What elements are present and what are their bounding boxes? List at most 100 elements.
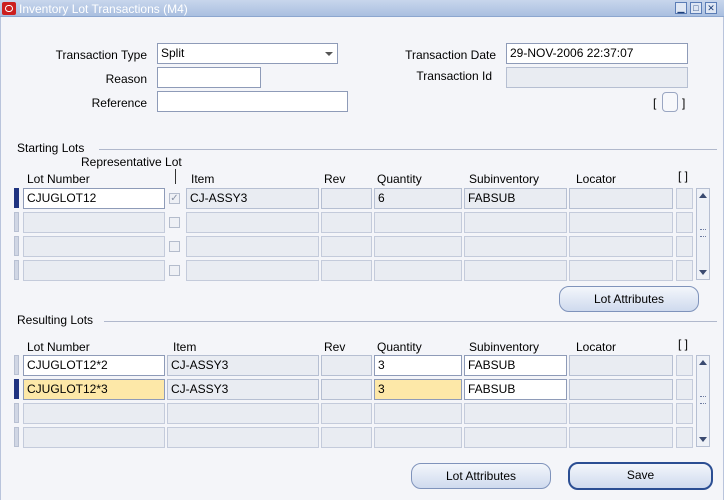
col-item: Item — [191, 172, 215, 186]
col-quantity: Quantity — [377, 340, 422, 354]
transaction-date-input[interactable]: 29-NOV-2006 22:37:07 — [506, 43, 688, 64]
resulting-item-field: CJ-ASSY3 — [167, 379, 319, 400]
maximize-icon[interactable]: □ — [690, 2, 702, 14]
starting-flex-field[interactable] — [676, 212, 693, 233]
scroll-down-icon[interactable] — [699, 437, 707, 442]
resulting-lot-attributes-button[interactable]: Lot Attributes — [411, 463, 551, 489]
resulting-lots-scrollbar[interactable] — [696, 355, 710, 447]
col-locator: Locator — [576, 340, 617, 354]
resulting-quantity-input[interactable]: 3 — [374, 355, 462, 376]
flex-bracket-open: [ — [653, 96, 657, 110]
resulting-quantity-input[interactable] — [374, 427, 462, 448]
reason-label: Reason — [105, 72, 147, 86]
descriptive-flexfield-box[interactable] — [662, 92, 678, 112]
row-marker[interactable] — [14, 188, 19, 208]
transaction-type-select[interactable]: Split — [157, 43, 338, 64]
starting-rev-field — [321, 188, 372, 209]
starting-item-field — [186, 236, 319, 257]
transaction-type-value: Split — [161, 46, 185, 60]
resulting-item-field — [167, 403, 319, 424]
resulting-item-field — [167, 427, 319, 448]
scroll-up-icon[interactable] — [699, 360, 707, 365]
starting-quantity-field — [374, 260, 462, 281]
resulting-locator-field[interactable] — [569, 355, 673, 376]
col-quantity: Quantity — [377, 172, 422, 186]
starting-flex-field[interactable] — [676, 188, 693, 209]
col-rev: Rev — [324, 172, 346, 186]
row-marker[interactable] — [14, 212, 19, 232]
representative-lot-checkbox[interactable] — [169, 217, 180, 228]
starting-lot-number-input[interactable] — [23, 236, 165, 257]
scroll-grip-icon[interactable] — [700, 396, 706, 404]
row-marker[interactable] — [14, 355, 19, 375]
col-representative-lot: Representative Lot — [81, 155, 182, 169]
transaction-date-label: Transaction Date — [405, 48, 496, 62]
scroll-grip-icon[interactable] — [700, 229, 706, 237]
close-icon[interactable]: ✕ — [705, 2, 717, 14]
representative-lot-checkbox[interactable] — [169, 265, 180, 276]
resulting-subinventory-input[interactable]: FABSUB — [464, 379, 567, 400]
col-subinventory: Subinventory — [469, 340, 540, 354]
col-subinventory: Subinventory — [469, 172, 540, 186]
resulting-locator-field[interactable] — [569, 379, 673, 400]
resulting-rev-field — [321, 379, 372, 400]
starting-subinventory-field: FABSUB — [464, 188, 567, 209]
starting-locator-field — [569, 212, 673, 233]
col-locator: Locator — [576, 172, 617, 186]
minimize-icon[interactable]: ▁ — [675, 2, 687, 14]
representative-lot-checkbox[interactable] — [169, 241, 180, 252]
starting-lot-number-input[interactable] — [23, 212, 165, 233]
starting-lots-title: Starting Lots — [17, 141, 85, 155]
resulting-flex-field[interactable] — [676, 379, 693, 400]
row-marker[interactable] — [14, 403, 19, 423]
chevron-down-icon[interactable] — [325, 52, 333, 56]
row-marker[interactable] — [14, 260, 19, 280]
resulting-quantity-input[interactable]: 3 — [374, 379, 462, 400]
col-flex: [ ] — [678, 169, 689, 183]
representative-lot-checkbox[interactable]: ✓ — [169, 193, 180, 204]
resulting-lot-number-input[interactable] — [23, 403, 165, 424]
col-lot-number: Lot Number — [27, 172, 90, 186]
starting-lot-attributes-button[interactable]: Lot Attributes — [559, 286, 699, 312]
resulting-lot-number-input[interactable] — [23, 427, 165, 448]
starting-subinventory-field — [464, 236, 567, 257]
starting-quantity-field — [374, 236, 462, 257]
scroll-down-icon[interactable] — [699, 270, 707, 275]
starting-lots-separator — [99, 149, 717, 150]
reference-label: Reference — [91, 96, 147, 110]
starting-subinventory-field — [464, 212, 567, 233]
reason-input[interactable] — [157, 67, 261, 88]
starting-flex-field[interactable] — [676, 236, 693, 257]
row-marker[interactable] — [14, 236, 19, 256]
row-marker[interactable] — [14, 379, 19, 399]
resulting-flex-field[interactable] — [676, 427, 693, 448]
starting-rev-field — [321, 260, 372, 281]
transaction-id-label: Transaction Id — [416, 69, 492, 83]
scroll-up-icon[interactable] — [699, 193, 707, 198]
resulting-flex-field[interactable] — [676, 403, 693, 424]
row-marker[interactable] — [14, 427, 19, 447]
resulting-lot-number-input[interactable]: CJUGLOT12*2 — [23, 355, 165, 376]
starting-flex-field[interactable] — [676, 260, 693, 281]
representative-lot-divider — [175, 169, 176, 184]
starting-subinventory-field — [464, 260, 567, 281]
window-titlebar[interactable]: Inventory Lot Transactions (M4) ▁ □ ✕ — [0, 0, 724, 17]
resulting-subinventory-input[interactable]: FABSUB — [464, 355, 567, 376]
resulting-locator-field[interactable] — [569, 427, 673, 448]
resulting-quantity-input[interactable] — [374, 403, 462, 424]
flex-bracket-close: ] — [682, 96, 686, 110]
starting-lot-number-input[interactable]: CJUGLOT12 — [23, 188, 165, 209]
starting-quantity-field: 6 — [374, 188, 462, 209]
col-rev: Rev — [324, 340, 346, 354]
resulting-flex-field[interactable] — [676, 355, 693, 376]
resulting-subinventory-input[interactable] — [464, 403, 567, 424]
form-client-area: Transaction Type Split Reason Reference … — [0, 17, 724, 500]
resulting-subinventory-input[interactable] — [464, 427, 567, 448]
reference-input[interactable] — [157, 91, 348, 112]
save-button[interactable]: Save — [568, 462, 713, 490]
starting-lots-scrollbar[interactable] — [696, 188, 710, 280]
resulting-rev-field — [321, 427, 372, 448]
starting-lot-number-input[interactable] — [23, 260, 165, 281]
resulting-locator-field[interactable] — [569, 403, 673, 424]
resulting-lot-number-input[interactable]: CJUGLOT12*3 — [23, 379, 165, 400]
